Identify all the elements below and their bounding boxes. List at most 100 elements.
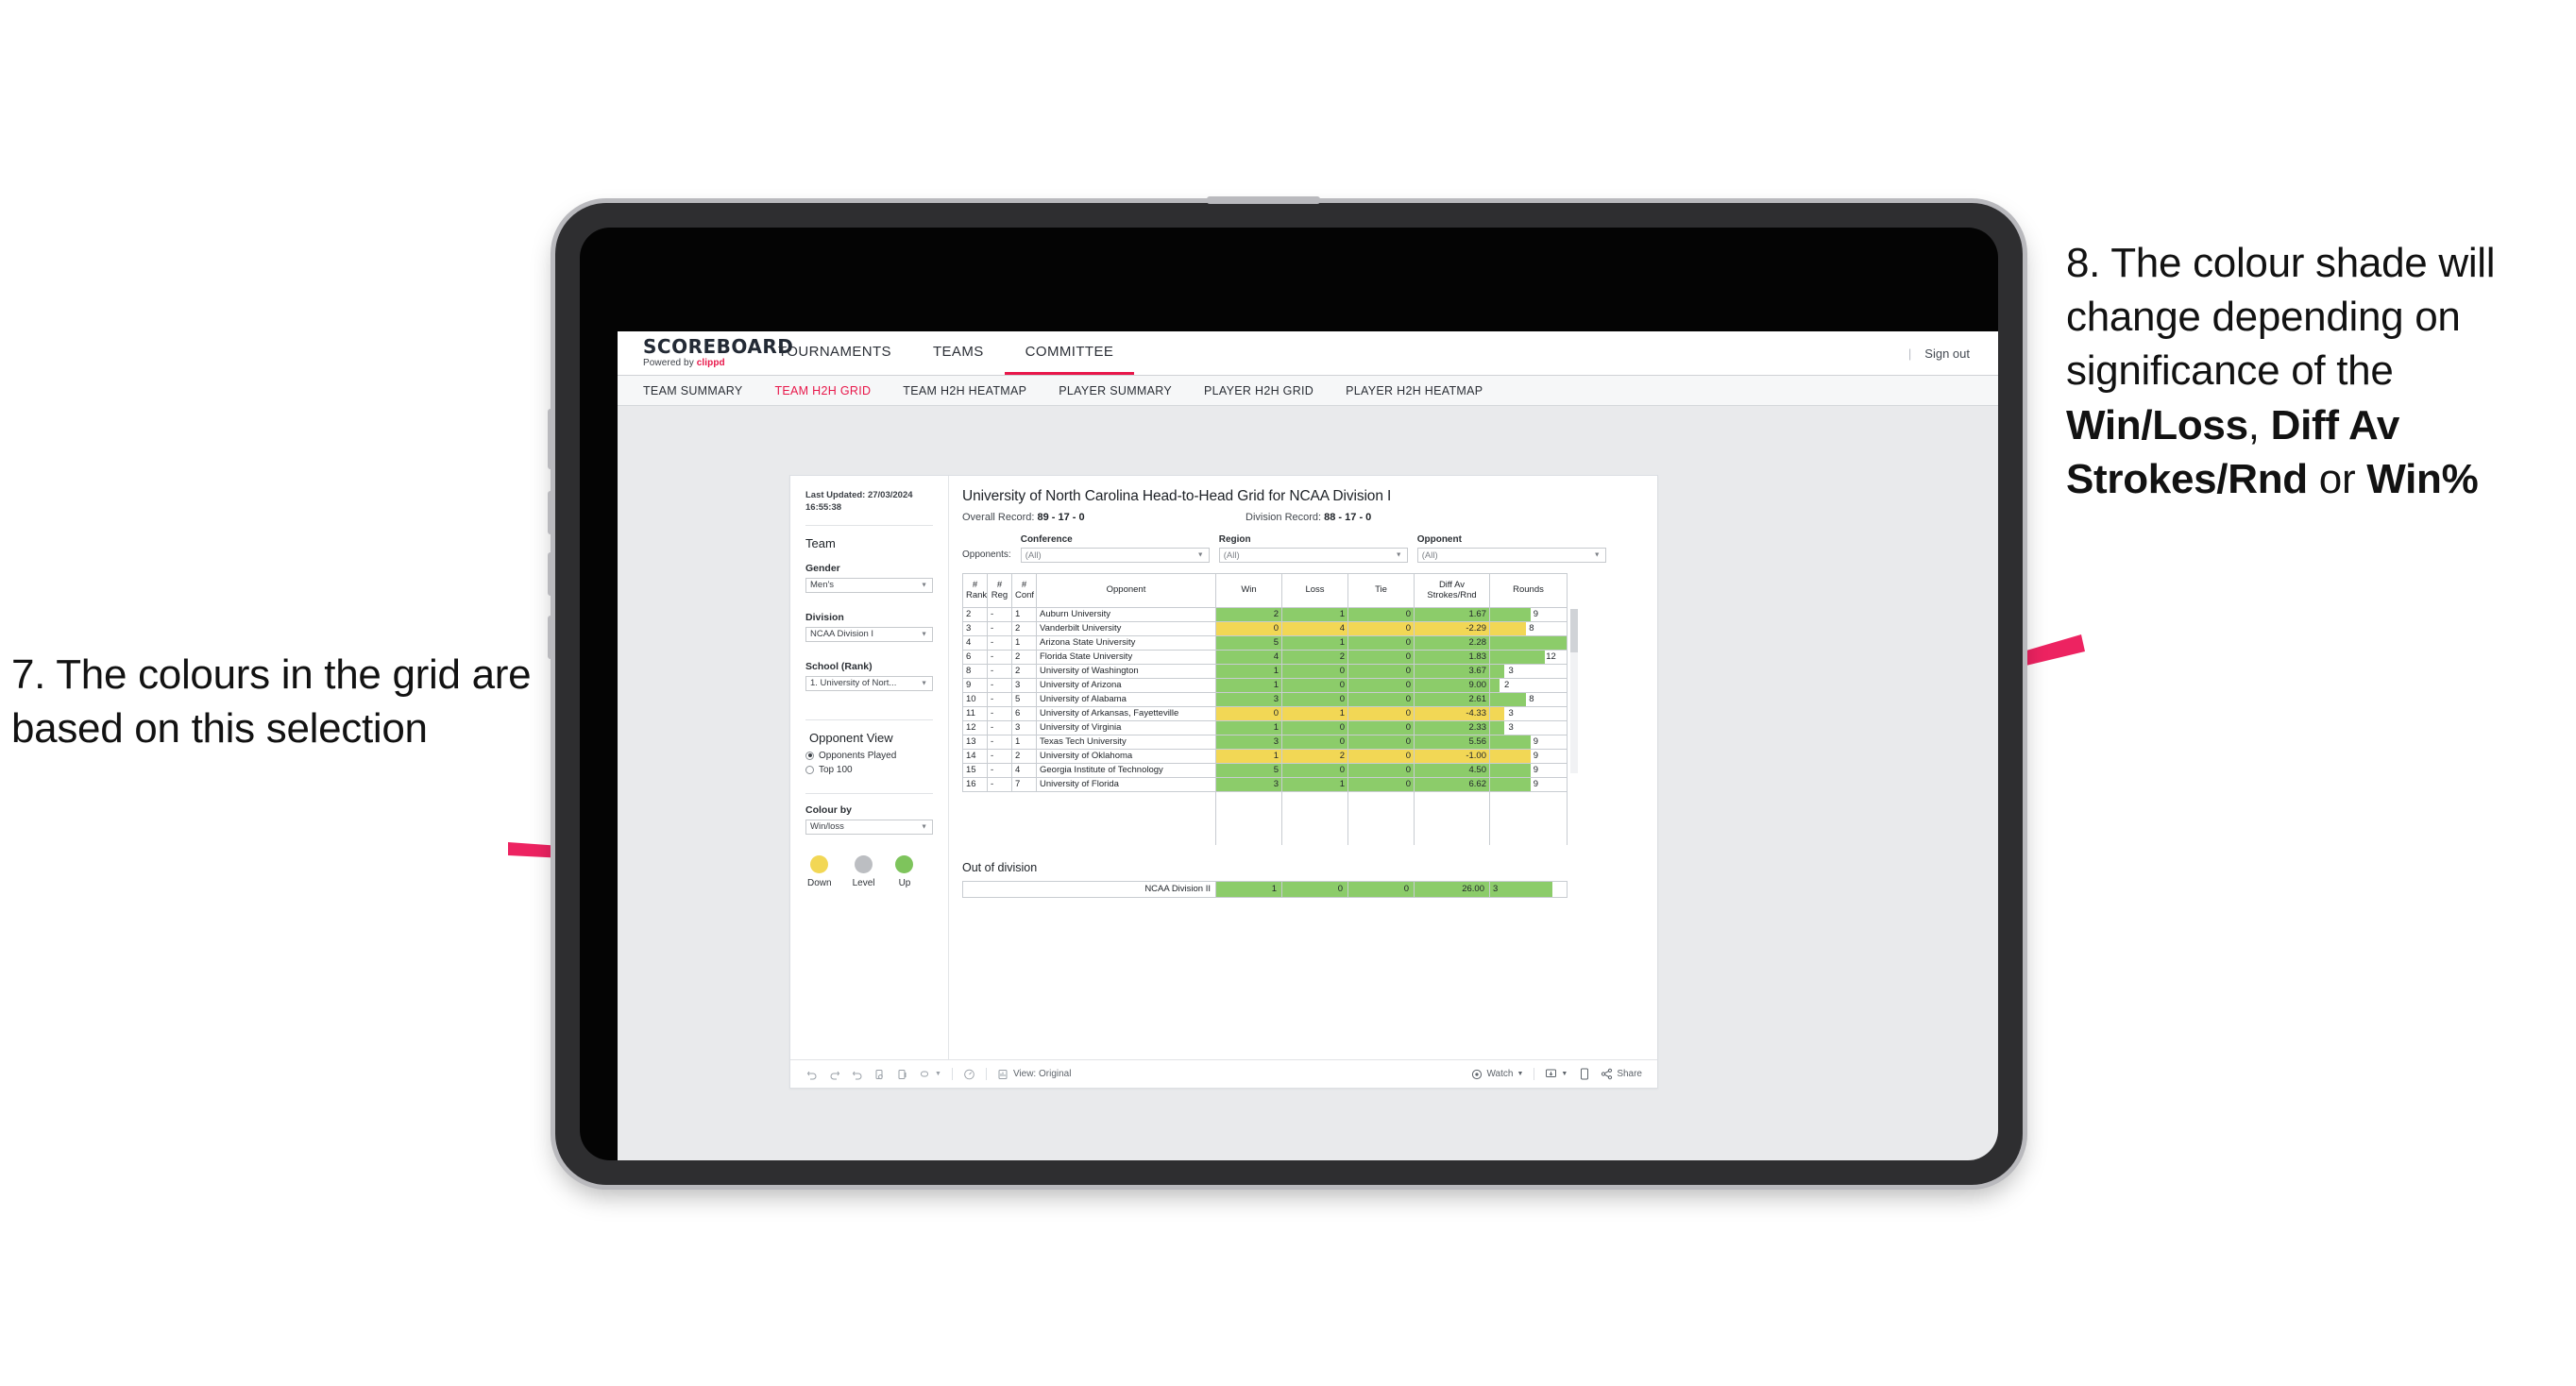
division-select[interactable]: NCAA Division I ▼ xyxy=(805,626,933,642)
refresh-data-icon[interactable] xyxy=(873,1068,886,1080)
table-row[interactable]: 9-3 University of Arizona 1 0 0 9.00 2 xyxy=(962,678,1568,693)
table-row[interactable]: 13-1 Texas Tech University 3 0 0 5.56 9 xyxy=(962,735,1568,750)
col-header-reg[interactable]: # Reg xyxy=(987,573,1012,608)
out-of-division-label: Out of division xyxy=(962,861,1038,874)
app-logo[interactable]: SCOREBOARD Powered by clippd xyxy=(618,331,793,375)
cell-conf: 3 xyxy=(1011,720,1037,735)
table-row[interactable]: 16-7 University of Florida 3 1 0 6.62 9 xyxy=(962,777,1568,792)
tablet-side-button-1 xyxy=(548,409,555,469)
cell-rank: 10 xyxy=(962,692,988,707)
radio-top-100[interactable]: Top 100 xyxy=(805,765,933,775)
rounds-value: 8 xyxy=(1529,623,1534,634)
cell-loss: 1 xyxy=(1281,706,1348,721)
pause-updates-icon[interactable] xyxy=(896,1068,908,1080)
h2h-grid-thead: # Rank # Reg # Conf Opponent Win Loss Tie D… xyxy=(962,573,1568,608)
col-header-loss[interactable]: Loss xyxy=(1281,573,1348,608)
subnav-tab-team-h2h-heatmap[interactable]: TEAM H2H HEATMAP xyxy=(903,384,1026,397)
conference-filter: Conference (All) ▼ xyxy=(1020,534,1210,563)
table-row[interactable]: 6-2 Florida State University 4 2 0 1.83 12 xyxy=(962,650,1568,665)
cell-rank: 14 xyxy=(962,749,988,764)
gender-select-value: Men's xyxy=(810,580,835,591)
view-original-button[interactable]: View: Original xyxy=(997,1068,1071,1080)
table-row[interactable]: 10-5 University of Alabama 3 0 0 2.61 8 xyxy=(962,692,1568,707)
table-row[interactable]: 3-2 Vanderbilt University 0 4 0 -2.29 8 xyxy=(962,621,1568,636)
col-header-conf[interactable]: # Conf xyxy=(1011,573,1037,608)
cell-opponent: Florida State University xyxy=(1036,650,1216,665)
cell-opponent: Texas Tech University xyxy=(1036,735,1216,750)
out-of-division-tie: 0 xyxy=(1347,881,1415,898)
nav-tab-tournaments[interactable]: TOURNAMENTS xyxy=(757,331,912,375)
region-filter-select[interactable]: (All) ▼ xyxy=(1218,548,1408,563)
out-of-division-table: NCAA Division II 1 0 0 26.00 3 xyxy=(962,881,1568,898)
divider-3 xyxy=(805,792,933,794)
filter-panel: Last Updated: 27/03/2024 16:55:38 Team G… xyxy=(790,476,949,1059)
signout-link[interactable]: Sign out xyxy=(1924,346,1970,361)
blank-cell xyxy=(962,832,988,845)
table-row[interactable]: 4-1Arizona State University5102.2817 xyxy=(962,635,1568,651)
conference-filter-label: Conference xyxy=(1020,534,1073,545)
download-button[interactable]: ▼ xyxy=(1545,1068,1568,1080)
share-button[interactable]: Share xyxy=(1601,1068,1642,1080)
col-header-diff-av-strokes[interactable]: Diff Av Strokes/Rnd xyxy=(1414,573,1490,608)
table-row[interactable]: 8-2 University of Washington 1 0 0 3.67 3 xyxy=(962,664,1568,679)
subnav-tab-team-h2h-grid[interactable]: TEAM H2H GRID xyxy=(774,384,871,397)
cell-diff-av-strokes: 6.62 xyxy=(1414,777,1490,792)
legend-item-down: Down xyxy=(807,854,832,888)
cell-conf: 2 xyxy=(1011,664,1037,679)
division-label: Division xyxy=(805,611,844,623)
cell-conf: 2 xyxy=(1011,749,1037,764)
nav-tab-committee[interactable]: COMMITTEE xyxy=(1004,331,1135,375)
col-header-opponent[interactable]: Opponent xyxy=(1036,573,1216,608)
table-row[interactable]: 15-4 Georgia Institute of Technology 5 0 0 4.… xyxy=(962,763,1568,778)
out-of-division-rounds: 3 xyxy=(1489,881,1568,898)
cell-loss: 0 xyxy=(1281,692,1348,707)
cell-rounds: 9 xyxy=(1489,735,1568,750)
table-row[interactable]: 14-2 University of Oklahoma 1 2 0 -1.00 9 xyxy=(962,749,1568,764)
cell-tie: 0 xyxy=(1347,678,1415,693)
download-icon xyxy=(1545,1068,1557,1080)
signout-divider: | xyxy=(1907,346,1912,361)
conference-filter-select[interactable]: (All) ▼ xyxy=(1020,548,1210,563)
redo-icon[interactable] xyxy=(828,1068,840,1080)
watch-button[interactable]: Watch ▼ xyxy=(1470,1068,1523,1080)
cell-opponent: Auburn University xyxy=(1036,607,1216,622)
cell-tie: 0 xyxy=(1347,720,1415,735)
radio-opponents-played[interactable]: Opponents Played xyxy=(805,751,933,761)
revert-icon[interactable] xyxy=(851,1068,863,1080)
chevron-down-icon: ▼ xyxy=(921,823,927,831)
table-row[interactable]: 2-1 Auburn University 2 1 0 1.67 9 xyxy=(962,607,1568,622)
tablet-side-button-2 xyxy=(548,491,555,534)
subnav-tab-player-summary[interactable]: PLAYER SUMMARY xyxy=(1059,384,1172,397)
pause-icon[interactable] xyxy=(963,1068,975,1080)
viz-title: University of North Carolina Head-to-Hea… xyxy=(962,488,1392,504)
cell-rank: 13 xyxy=(962,735,988,750)
watch-icon xyxy=(1470,1068,1483,1080)
subnav-tab-team-summary[interactable]: TEAM SUMMARY xyxy=(643,384,742,397)
col-header-rank[interactable]: # Rank xyxy=(962,573,988,608)
table-row[interactable]: 12-3 University of Virginia 1 0 0 2.33 3 xyxy=(962,720,1568,735)
blank-cell xyxy=(1489,819,1568,832)
cell-diff-av-strokes: 4.50 xyxy=(1414,763,1490,778)
school-rank-select[interactable]: 1. University of Nort... ▼ xyxy=(805,675,933,691)
nav-tab-teams[interactable]: TEAMS xyxy=(912,331,1005,375)
undo-icon[interactable] xyxy=(805,1068,818,1080)
cell-win: 5 xyxy=(1215,763,1282,778)
col-header-win[interactable]: Win xyxy=(1215,573,1282,608)
gender-select[interactable]: Men's ▼ xyxy=(805,577,933,593)
device-layout-icon[interactable] xyxy=(1578,1068,1590,1080)
conference-filter-value: (All) xyxy=(1025,549,1042,561)
subnav-tab-player-h2h-grid[interactable]: PLAYER H2H GRID xyxy=(1204,384,1313,397)
table-row[interactable]: 11-6 University of Arkansas, Fayetteville… xyxy=(962,706,1568,721)
opponent-filter-select[interactable]: (All) ▼ xyxy=(1416,548,1606,563)
cell-tie: 0 xyxy=(1347,635,1415,651)
col-header-tie[interactable]: Tie xyxy=(1347,573,1415,608)
colour-by-select[interactable]: Win/loss ▼ xyxy=(805,819,933,835)
table-vertical-scrollbar[interactable] xyxy=(1570,609,1578,773)
subnav-tab-player-h2h-heatmap[interactable]: PLAYER H2H HEATMAP xyxy=(1346,384,1483,397)
scrollbar-thumb[interactable] xyxy=(1570,609,1578,652)
col-header-rounds[interactable]: Rounds xyxy=(1489,573,1568,608)
division-record: Division Record: 88 - 17 - 0 xyxy=(1246,512,1529,523)
out-of-division-row[interactable]: NCAA Division II 1 0 0 26.00 3 xyxy=(962,881,1568,898)
cell-rounds: 12 xyxy=(1489,650,1568,665)
highlight-dropdown[interactable]: ▼ xyxy=(919,1068,941,1080)
